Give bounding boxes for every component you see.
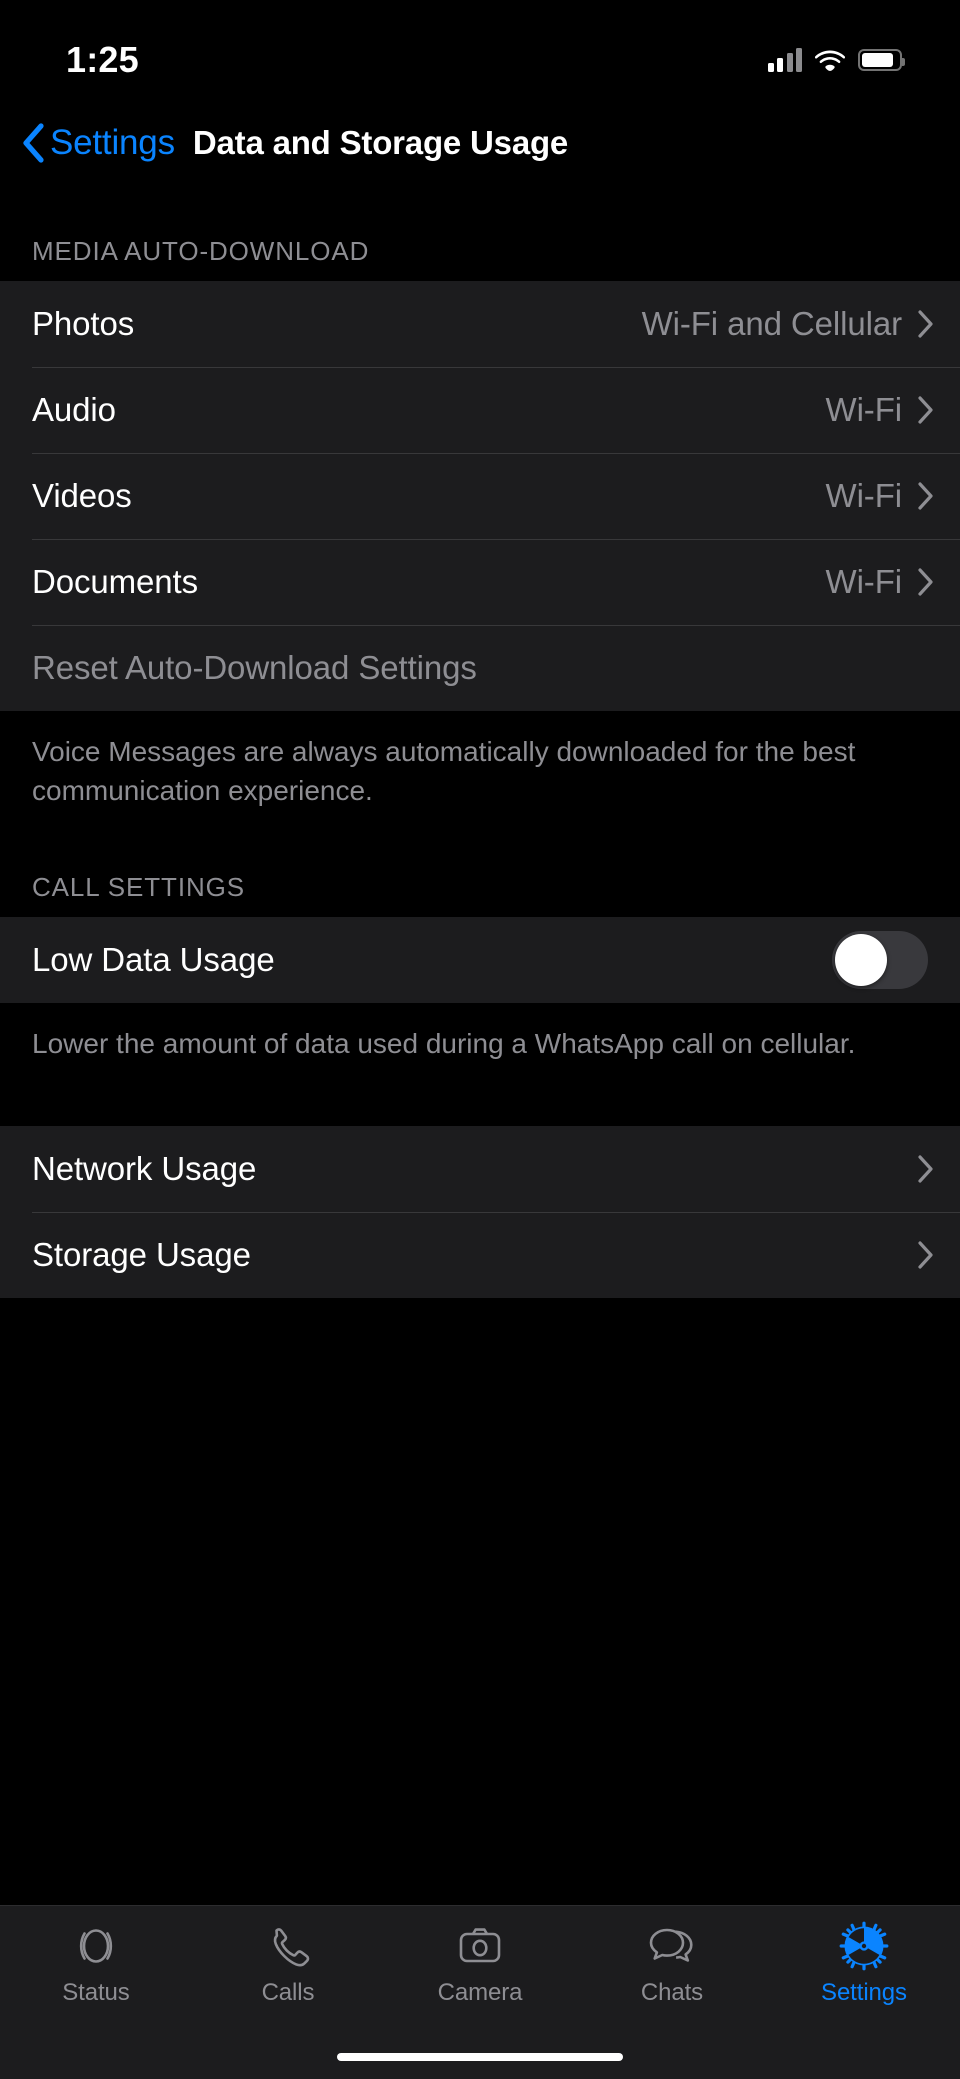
row-photos-value: Wi-Fi and Cellular (641, 305, 903, 342)
back-button[interactable]: Settings (20, 123, 175, 163)
tab-calls-label: Calls (261, 1979, 315, 2006)
row-documents-label: Documents (32, 563, 199, 600)
tab-bar: Status Calls Camera Chats Settings (0, 1905, 960, 2035)
row-videos-value: Wi-Fi (825, 477, 903, 514)
row-low-data-usage[interactable]: Low Data Usage (0, 917, 960, 1003)
media-auto-download-footnote: Voice Messages are always automatically … (0, 711, 960, 811)
page-title: Data and Storage Usage (192, 124, 569, 161)
row-storage-usage-label: Storage Usage (32, 1235, 251, 1273)
row-network-usage-label: Network Usage (32, 1149, 257, 1187)
row-reset-auto-download-label: Reset Auto-Download Settings (32, 649, 477, 686)
row-audio[interactable]: Audio Wi-Fi (0, 367, 960, 453)
row-videos-label: Videos (32, 477, 132, 514)
top-spacer (0, 174, 960, 236)
row-audio-label: Audio (32, 391, 116, 428)
status-bar-time: 1:25 (66, 39, 139, 80)
row-storage-usage[interactable]: Storage Usage (0, 1211, 960, 1298)
tab-settings-label: Settings (821, 1979, 907, 2006)
back-button-label: Settings (50, 123, 175, 162)
tab-camera-label: Camera (437, 1979, 523, 2006)
call-settings-spacer (0, 810, 960, 872)
tab-calls[interactable]: Calls (192, 1920, 384, 2007)
call-settings-header: CALL SETTINGS (32, 872, 246, 903)
phone-icon (273, 1928, 310, 1967)
row-photos-label: Photos (32, 305, 135, 342)
chevron-right-icon (918, 396, 933, 424)
tab-status[interactable]: Status (0, 1920, 192, 2007)
toggle-knob (835, 934, 887, 987)
navigation-bar: Settings Data and Storage Usage (0, 112, 960, 174)
camera-icon (459, 1928, 501, 1963)
status-bar-indicators (767, 40, 905, 72)
app-screen: 1:25 Settings Data and Storage Usage MED… (0, 0, 960, 2079)
call-settings-group: Low Data Usage (0, 917, 960, 1004)
status-rings-icon (79, 1929, 113, 1963)
usage-spacer (0, 1064, 960, 1126)
row-photos[interactable]: Photos Wi-Fi and Cellular (0, 281, 960, 367)
home-indicator-area (0, 2035, 960, 2079)
media-auto-download-group: Photos Wi-Fi and Cellular Audio Wi-Fi Vi… (0, 281, 960, 711)
chat-bubbles-icon (649, 1928, 693, 1962)
row-low-data-usage-label: Low Data Usage (32, 941, 275, 979)
chevron-right-icon (918, 1155, 933, 1183)
tab-chats[interactable]: Chats (576, 1920, 768, 2007)
tab-chats-label: Chats (640, 1979, 704, 2006)
row-documents-value: Wi-Fi (825, 563, 903, 600)
usage-group: Network Usage Storage Usage (0, 1125, 960, 1298)
row-documents[interactable]: Documents Wi-Fi (0, 539, 960, 625)
low-data-usage-toggle[interactable] (832, 931, 928, 990)
call-settings-footnote: Lower the amount of data used during a W… (0, 1003, 960, 1064)
battery-icon (858, 49, 905, 71)
home-indicator[interactable] (337, 2053, 623, 2061)
chevron-right-icon (918, 310, 933, 338)
status-bar: 1:25 (0, 0, 960, 112)
chevron-left-icon (23, 123, 44, 163)
tab-camera[interactable]: Camera (384, 1920, 576, 2007)
cellular-signal-icon (767, 48, 802, 72)
wifi-icon (815, 50, 845, 71)
row-videos[interactable]: Videos Wi-Fi (0, 453, 960, 539)
chevron-right-icon (918, 568, 933, 596)
media-auto-download-header: MEDIA AUTO-DOWNLOAD (32, 236, 370, 266)
tab-status-label: Status (62, 1979, 130, 2006)
row-reset-auto-download[interactable]: Reset Auto-Download Settings (0, 625, 960, 711)
gear-icon (839, 1921, 889, 1971)
row-network-usage[interactable]: Network Usage (0, 1126, 960, 1212)
settings-scroll-view[interactable]: MEDIA AUTO-DOWNLOAD Photos Wi-Fi and Cel… (0, 174, 960, 1905)
tab-settings[interactable]: Settings (768, 1920, 960, 2007)
chevron-right-icon (918, 1241, 933, 1269)
chevron-right-icon (918, 482, 933, 510)
row-audio-value: Wi-Fi (825, 391, 903, 428)
